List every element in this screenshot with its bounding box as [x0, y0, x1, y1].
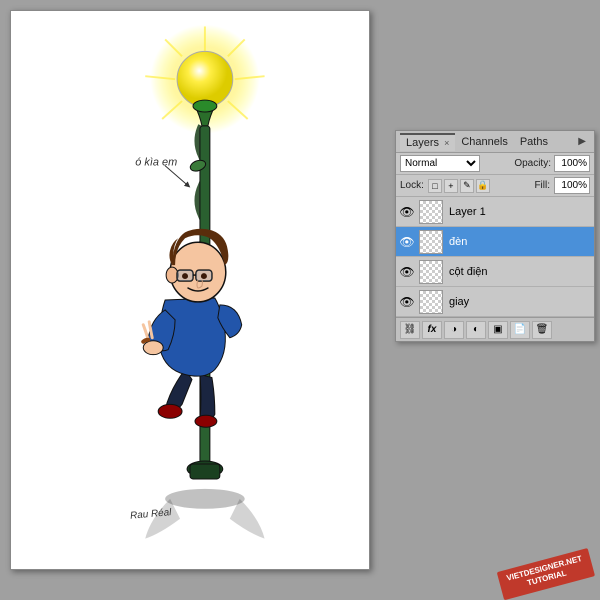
layer-thumb-den: [419, 230, 443, 254]
lock-pixels-icon[interactable]: +: [444, 179, 458, 193]
opacity-label: Opacity:: [514, 158, 551, 169]
layer-name-den: đèn: [446, 236, 592, 248]
canvas-area: ó kìa em Rau Réal: [10, 10, 370, 570]
tab-channels-label: Channels: [461, 136, 507, 148]
tab-layers[interactable]: Layers ×: [400, 133, 455, 151]
layer-effects-button[interactable]: fx: [422, 321, 442, 339]
layer-name-giay: giay: [446, 296, 592, 308]
adjustment-button[interactable]: ◐: [466, 321, 486, 339]
layer-row-giay[interactable]: 👁 giay: [396, 287, 594, 317]
lock-icons: □ + ✎ 🔒: [428, 179, 490, 193]
panel-toolbar: ⛓ fx ◑ ◐ ▣ 📄 🗑: [396, 317, 594, 341]
tab-layers-close[interactable]: ×: [444, 138, 449, 148]
blend-mode-select[interactable]: Normal Multiply Screen: [400, 155, 480, 172]
opacity-input[interactable]: [554, 155, 590, 172]
lock-transparent-icon[interactable]: □: [428, 179, 442, 193]
illustration: ó kìa em Rau Réal: [11, 11, 369, 569]
delete-layer-button[interactable]: 🗑: [532, 321, 552, 339]
eye-icon-cotdien[interactable]: 👁: [398, 263, 416, 281]
lock-position-icon[interactable]: ✎: [460, 179, 474, 193]
layer-thumb-giay: [419, 290, 443, 314]
layer-name-layer1: Layer 1: [446, 206, 592, 218]
link-layers-button[interactable]: ⛓: [400, 321, 420, 339]
eye-icon-giay[interactable]: 👁: [398, 293, 416, 311]
new-layer-button[interactable]: 📄: [510, 321, 530, 339]
lock-label: Lock:: [400, 180, 424, 191]
watermark: VIETDESIGNER.NET TUTORIAL: [497, 548, 595, 600]
svg-text:ó kìa em: ó kìa em: [135, 157, 177, 169]
panel-tabs: Layers × Channels Paths ▶: [396, 131, 594, 153]
layer-row-den[interactable]: 👁 đèn: [396, 227, 594, 257]
add-mask-button[interactable]: ◑: [444, 321, 464, 339]
layer-row-layer1[interactable]: 👁 Layer 1: [396, 197, 594, 227]
tab-layers-label: Layers: [406, 137, 439, 149]
eye-icon-layer1[interactable]: 👁: [398, 203, 416, 221]
lock-all-icon[interactable]: 🔒: [476, 179, 490, 193]
layer-thumb-cotdien: [419, 260, 443, 284]
layer-thumb-layer1: [419, 200, 443, 224]
lock-row: Lock: □ + ✎ 🔒 Fill:: [396, 175, 594, 197]
layers-list: 👁 Layer 1 👁 đèn 👁 cột điện 👁 giay: [396, 197, 594, 317]
panel-expand-button[interactable]: ▶: [574, 136, 590, 147]
layer-name-cotdien: cột điện: [446, 266, 592, 278]
layers-panel: Layers × Channels Paths ▶ Normal Multipl…: [395, 130, 595, 342]
fill-label: Fill:: [534, 180, 550, 191]
tab-paths-label: Paths: [520, 136, 548, 148]
layer-row-cotdien[interactable]: 👁 cột điện: [396, 257, 594, 287]
blend-mode-row: Normal Multiply Screen Opacity:: [396, 153, 594, 175]
eye-icon-den[interactable]: 👁: [398, 233, 416, 251]
fill-input[interactable]: [554, 177, 590, 194]
tab-channels[interactable]: Channels: [455, 134, 513, 150]
group-button[interactable]: ▣: [488, 321, 508, 339]
tab-paths[interactable]: Paths: [514, 134, 554, 150]
